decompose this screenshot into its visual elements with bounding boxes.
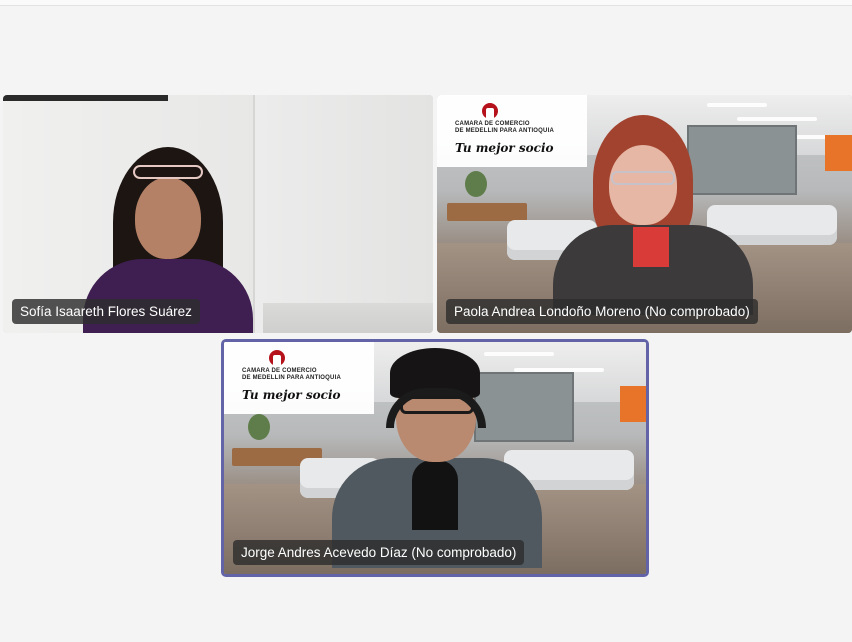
- brand-logo-overlay: CAMARA DE COMERCIO DE MEDELLIN PARA ANTI…: [437, 95, 587, 167]
- camara-comercio-logo: [266, 350, 288, 366]
- brand-org-name: CAMARA DE COMERCIO DE MEDELLIN PARA ANTI…: [242, 368, 341, 381]
- brand-slogan: Tu mejor socio: [455, 141, 554, 155]
- participant-name-label: Sofía Isaareth Flores Suárez: [12, 299, 200, 324]
- camara-comercio-logo: [479, 103, 501, 119]
- participant-name-label: Jorge Andres Acevedo Díaz (No comprobado…: [233, 540, 525, 565]
- participant-video-tile[interactable]: CAMARA DE COMERCIO DE MEDELLIN PARA ANTI…: [437, 95, 852, 333]
- participant-video-tile-active[interactable]: CAMARA DE COMERCIO DE MEDELLIN PARA ANTI…: [221, 339, 649, 577]
- brand-org-name: CAMARA DE COMERCIO DE MEDELLIN PARA ANTI…: [455, 121, 554, 134]
- participant-video-tile[interactable]: Sofía Isaareth Flores Suárez: [3, 95, 433, 333]
- participant-name-label: Paola Andrea Londoño Moreno (No comproba…: [446, 299, 758, 324]
- brand-logo-overlay: CAMARA DE COMERCIO DE MEDELLIN PARA ANTI…: [224, 342, 374, 414]
- brand-slogan: Tu mejor socio: [242, 388, 341, 402]
- top-toolbar-edge: [0, 0, 852, 6]
